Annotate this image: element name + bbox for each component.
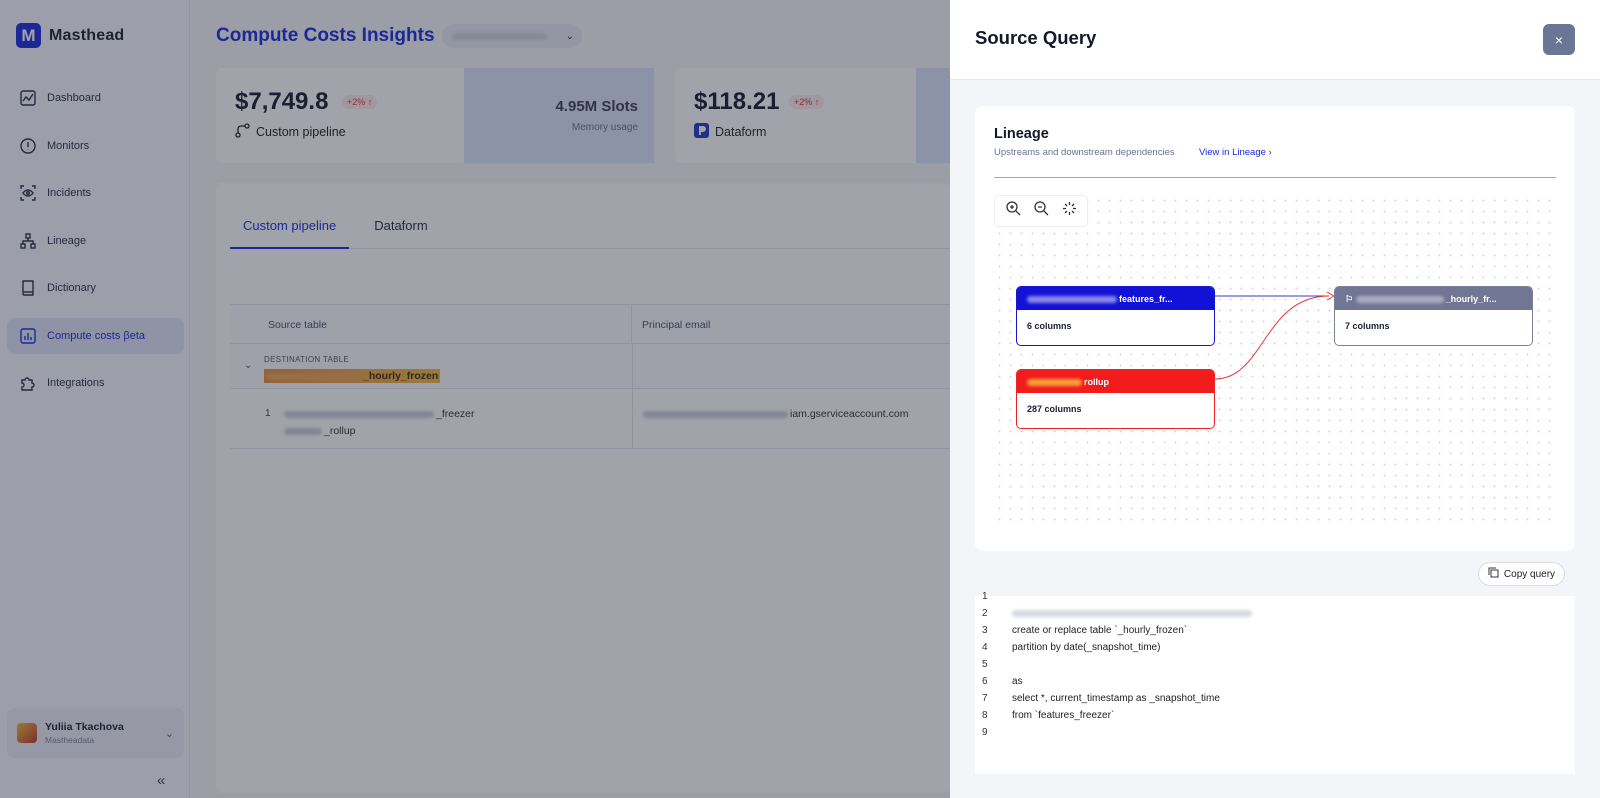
node-title: rollup [1017, 370, 1214, 393]
divider [994, 177, 1556, 178]
query-code-block: 1 2 3 create or replace table `_hourly_fr… [975, 591, 1575, 774]
code-line: 1 [982, 591, 988, 602]
code-line: 4 partition by date(_snapshot_time) [982, 642, 1161, 653]
flag-icon: ⚐ [1345, 294, 1356, 304]
lineage-edges [1214, 291, 1336, 380]
modal-backdrop[interactable] [0, 0, 950, 798]
lineage-canvas[interactable]: features_fr... 6 columns rollup 287 colu… [994, 195, 1556, 525]
edge-rollup-to-hourly [1214, 295, 1330, 380]
lineage-subtitle: Upstreams and downstream dependencies [994, 147, 1175, 158]
zoom-in-icon[interactable] [1005, 200, 1022, 222]
lineage-node[interactable]: rollup 287 columns [1016, 369, 1215, 429]
drawer-header: Source Query × [950, 0, 1600, 80]
copy-query-button[interactable]: Copy query [1478, 562, 1565, 586]
lineage-node[interactable]: features_fr... 6 columns [1016, 286, 1215, 346]
lineage-title: Lineage [994, 126, 1049, 142]
copy-icon [1488, 567, 1499, 581]
code-line: 9 [982, 727, 988, 738]
zoom-toolbar [994, 195, 1088, 227]
chevron-right-icon: › [1268, 147, 1272, 158]
code-line: 3 create or replace table `_hourly_frozen… [982, 625, 1188, 636]
arrow-head [1326, 291, 1336, 301]
code-line: 8 from `features_freezer` [982, 710, 1115, 721]
node-title: features_fr... [1017, 287, 1214, 310]
code-line: 2 [975, 608, 1254, 625]
fit-view-icon[interactable] [1061, 200, 1078, 222]
close-button[interactable]: × [1543, 24, 1575, 55]
zoom-out-icon[interactable] [1033, 200, 1050, 222]
node-columns: 6 columns [1027, 321, 1072, 331]
drawer-title: Source Query [975, 27, 1097, 48]
code-line: 5 [982, 659, 988, 670]
lineage-node[interactable]: ⚐ _hourly_fr... 7 columns [1334, 286, 1533, 346]
source-query-drawer: Source Query × Lineage Upstreams and dow… [950, 0, 1600, 798]
view-in-lineage-link[interactable]: View in Lineage › [1199, 147, 1272, 158]
lineage-card: Lineage Upstreams and downstream depende… [975, 106, 1575, 551]
code-line: 6 as [982, 676, 1023, 687]
node-columns: 287 columns [1027, 404, 1082, 414]
node-columns: 7 columns [1345, 321, 1390, 331]
node-title: ⚐ _hourly_fr... [1335, 287, 1532, 310]
code-line: 7 select *, current_timestamp as _snapsho… [982, 693, 1220, 704]
